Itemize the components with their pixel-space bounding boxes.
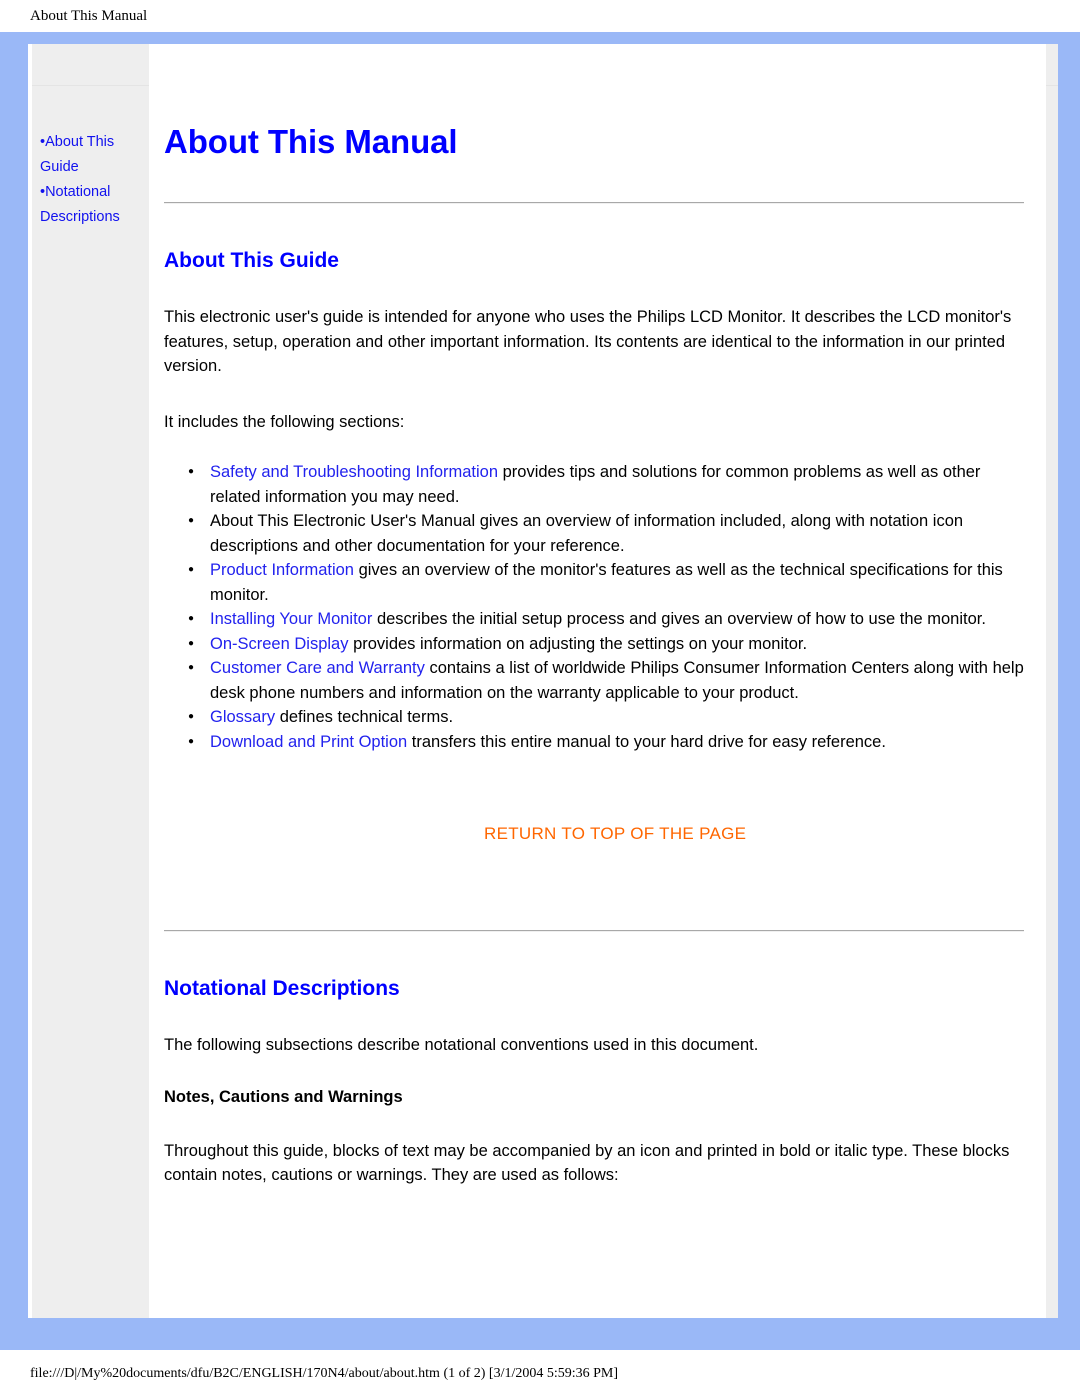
sidebar-item-notational-descriptions[interactable]: •Notational Descriptions <box>40 180 143 230</box>
right-gutter <box>1042 44 1058 1318</box>
return-to-top-link[interactable]: RETURN TO TOP OF THE PAGE <box>484 824 746 843</box>
notational-intro-paragraph: The following subsections describe notat… <box>164 1036 759 1054</box>
sidebar-nav: •About This Guide •Notational Descriptio… <box>32 130 149 230</box>
sidebar-item-about-this-guide[interactable]: •About This Guide <box>40 130 143 180</box>
right-gutter-divider <box>1046 85 1058 86</box>
list-item: Download and Print Option transfers this… <box>188 729 1024 754</box>
link-on-screen-display[interactable]: On-Screen Display <box>210 635 348 653</box>
list-item: On-Screen Display provides information o… <box>188 631 1024 656</box>
title-divider <box>164 202 1024 204</box>
section-divider <box>164 930 1024 932</box>
list-item-text: transfers this entire manual to your har… <box>407 732 886 751</box>
includes-paragraph: It includes the following sections: <box>164 412 405 431</box>
intro-paragraph: This electronic user's guide is intended… <box>164 308 1012 375</box>
return-to-top-container: RETURN TO TOP OF THE PAGE <box>164 824 1024 844</box>
document-body: •About This Guide •Notational Descriptio… <box>28 44 1058 1318</box>
sidebar: •About This Guide •Notational Descriptio… <box>28 44 149 1318</box>
link-glossary[interactable]: Glossary <box>210 708 275 726</box>
list-item: Installing Your Monitor describes the in… <box>188 606 1024 631</box>
list-item: Customer Care and Warranty contains a li… <box>188 655 1024 705</box>
sidebar-item-label: About This Guide <box>40 134 115 175</box>
page-footer-url: file:///D|/My%20documents/dfu/B2C/ENGLIS… <box>30 1365 619 1381</box>
link-product-information[interactable]: Product Information <box>210 561 354 579</box>
link-customer-care-and-warranty[interactable]: Customer Care and Warranty <box>210 659 425 677</box>
section-heading-about-this-guide: About This Guide <box>164 249 339 272</box>
link-download-and-print-option[interactable]: Download and Print Option <box>210 733 407 751</box>
sidebar-divider <box>32 85 149 86</box>
link-installing-your-monitor[interactable]: Installing Your Monitor <box>210 610 372 628</box>
notational-body-paragraph: Throughout this guide, blocks of text ma… <box>164 1141 1010 1185</box>
page-header-title: About This Manual <box>30 7 148 24</box>
list-item-text: describes the initial setup process and … <box>372 610 986 628</box>
page-frame: •About This Guide •Notational Descriptio… <box>0 32 1080 1350</box>
page-header: About This Manual <box>0 0 1080 32</box>
main-content: About This Manual About This Guide This … <box>149 44 1058 1318</box>
sidebar-item-label: Notational Descriptions <box>40 184 120 225</box>
list-item-text: About This Electronic User's Manual give… <box>210 512 964 555</box>
list-item-text: provides information on adjusting the se… <box>348 634 808 653</box>
page-footer: file:///D|/My%20documents/dfu/B2C/ENGLIS… <box>0 1350 1080 1397</box>
section-heading-notational-descriptions: Notational Descriptions <box>164 977 400 1000</box>
list-item: Glossary defines technical terms. <box>188 704 1024 729</box>
list-item: About This Electronic User's Manual give… <box>188 508 1024 558</box>
subheading-notes-cautions-warnings: Notes, Cautions and Warnings <box>164 1087 403 1106</box>
list-item: Product Information gives an overview of… <box>188 557 1024 607</box>
page-title: About This Manual <box>164 123 458 160</box>
link-safety-and-troubleshooting[interactable]: Safety and Troubleshooting Information <box>210 463 498 481</box>
sections-list: Safety and Troubleshooting Information p… <box>164 459 1024 754</box>
list-item-text: defines technical terms. <box>275 708 454 726</box>
list-item: Safety and Troubleshooting Information p… <box>188 459 1024 509</box>
